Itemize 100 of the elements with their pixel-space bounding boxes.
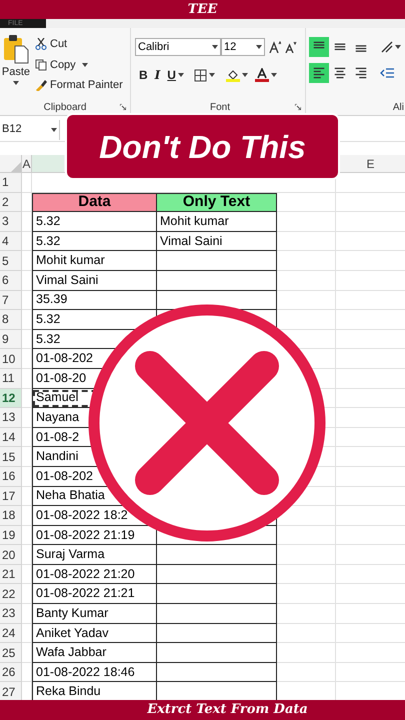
empty-cell <box>22 506 32 526</box>
name-box[interactable]: B12 <box>0 120 60 140</box>
empty-cell <box>277 624 336 644</box>
row-number[interactable]: 13 <box>0 408 22 428</box>
row-number[interactable]: 20 <box>0 545 22 565</box>
font-name-field[interactable]: Calibri <box>135 38 221 56</box>
caret-icon <box>270 73 277 77</box>
row-number[interactable]: 4 <box>0 232 22 252</box>
headline: Don't Do This <box>99 128 306 166</box>
text-align-icon <box>354 66 368 80</box>
shrink-font-icon[interactable] <box>285 41 297 53</box>
fill-color-icon[interactable] <box>226 68 240 82</box>
cut-button[interactable]: Cut <box>35 36 123 52</box>
empty-cell <box>22 232 32 252</box>
empty-cell <box>277 526 336 546</box>
format-painter-button[interactable]: Format Painter <box>35 77 123 94</box>
empty-cell <box>277 251 336 271</box>
grow-font-icon[interactable] <box>269 41 281 53</box>
bold-button[interactable]: B <box>139 66 148 84</box>
table-cell: 5.32 <box>32 212 157 232</box>
paste-button[interactable]: Paste <box>0 34 32 99</box>
borders-icon[interactable] <box>194 68 207 82</box>
row-number[interactable]: 12 <box>0 388 22 408</box>
row-number[interactable]: 1 <box>0 173 22 193</box>
copy-button[interactable]: Copy <box>35 56 76 73</box>
font-size-field[interactable]: 12 <box>221 38 265 56</box>
table-cell: Banty Kumar <box>32 604 157 624</box>
column-title-cell: Only Text <box>157 192 277 212</box>
row-number[interactable]: 9 <box>0 330 22 350</box>
paintbrush-icon <box>35 79 47 92</box>
caret-icon <box>208 73 215 77</box>
row-number[interactable]: 23 <box>0 604 22 624</box>
row-number[interactable]: 25 <box>0 643 22 663</box>
align-button[interactable] <box>309 63 329 83</box>
row-number[interactable]: 22 <box>0 584 22 604</box>
clipboard-icon <box>3 34 29 64</box>
empty-cell <box>22 408 32 428</box>
table-cell: Mohit kumar <box>157 212 277 232</box>
column-header[interactable]: E <box>336 155 405 172</box>
empty-cell <box>22 643 32 663</box>
row-number[interactable]: 10 <box>0 349 22 369</box>
group-label: Ali <box>392 100 404 114</box>
row-number[interactable]: 2 <box>0 192 22 212</box>
banner-title: TEE <box>188 0 218 19</box>
decrease-indent-icon[interactable] <box>380 67 394 79</box>
scissors-icon <box>35 38 47 50</box>
empty-cell <box>277 584 336 604</box>
caret-icon <box>51 128 57 132</box>
table-cell: 01-08-2022 21:20 <box>32 564 157 584</box>
table-cell: 01-08-2022 21:21 <box>32 584 157 604</box>
row-number[interactable]: 16 <box>0 466 22 486</box>
align-button[interactable] <box>309 37 329 57</box>
row-number[interactable]: 3 <box>0 212 22 232</box>
table-cell: 35.39 <box>32 290 157 310</box>
footer-caption: Extrct Text From Data <box>147 701 308 720</box>
caret-icon <box>256 45 262 49</box>
row-number[interactable]: 8 <box>0 310 22 330</box>
row-number[interactable]: 27 <box>0 682 22 702</box>
empty-cell <box>22 310 32 330</box>
empty-cell <box>22 564 32 584</box>
empty-cell <box>22 447 32 467</box>
dialog-launcher-icon[interactable] <box>295 104 301 110</box>
row-number[interactable]: 14 <box>0 428 22 448</box>
empty-cell <box>22 466 32 486</box>
empty-cell <box>277 564 336 584</box>
row-number[interactable]: 24 <box>0 624 22 644</box>
row-number[interactable]: 7 <box>0 290 22 310</box>
caret-icon <box>242 73 248 77</box>
table-cell: Vimal Saini <box>32 270 157 291</box>
orientation-icon[interactable] <box>380 40 394 54</box>
italic-button[interactable]: I <box>154 66 160 84</box>
empty-cell <box>22 330 32 350</box>
empty-cell <box>22 584 32 604</box>
underline-button[interactable]: U <box>167 66 176 84</box>
table-cell: Aniket Yadav <box>32 624 157 644</box>
row-number[interactable]: 21 <box>0 564 22 584</box>
row-number[interactable]: 19 <box>0 526 22 546</box>
empty-cell <box>22 212 32 232</box>
empty-cell <box>22 290 32 310</box>
row-number[interactable]: 15 <box>0 447 22 467</box>
table-cell: Wafa Jabbar <box>32 643 157 663</box>
empty-cell <box>22 486 32 506</box>
caret-icon <box>82 62 88 67</box>
row-number[interactable]: 17 <box>0 486 22 506</box>
empty-cell <box>277 290 336 310</box>
empty-cell <box>22 388 32 408</box>
row-number[interactable]: 18 <box>0 506 22 526</box>
empty-cell <box>277 604 336 624</box>
empty-cell <box>277 545 336 565</box>
row-number[interactable]: 6 <box>0 270 22 291</box>
empty-cell <box>277 643 336 663</box>
font-color-icon[interactable] <box>254 68 269 82</box>
group-label: Font <box>210 100 230 114</box>
row-number[interactable]: 26 <box>0 662 22 682</box>
dialog-launcher-icon[interactable] <box>120 104 126 110</box>
table-cell: 01-08-2022 18:46 <box>32 662 157 682</box>
caret-icon <box>178 73 184 77</box>
row-number[interactable]: 5 <box>0 251 22 271</box>
group-label: Clipboard <box>44 100 86 114</box>
row-number[interactable]: 11 <box>0 368 22 389</box>
